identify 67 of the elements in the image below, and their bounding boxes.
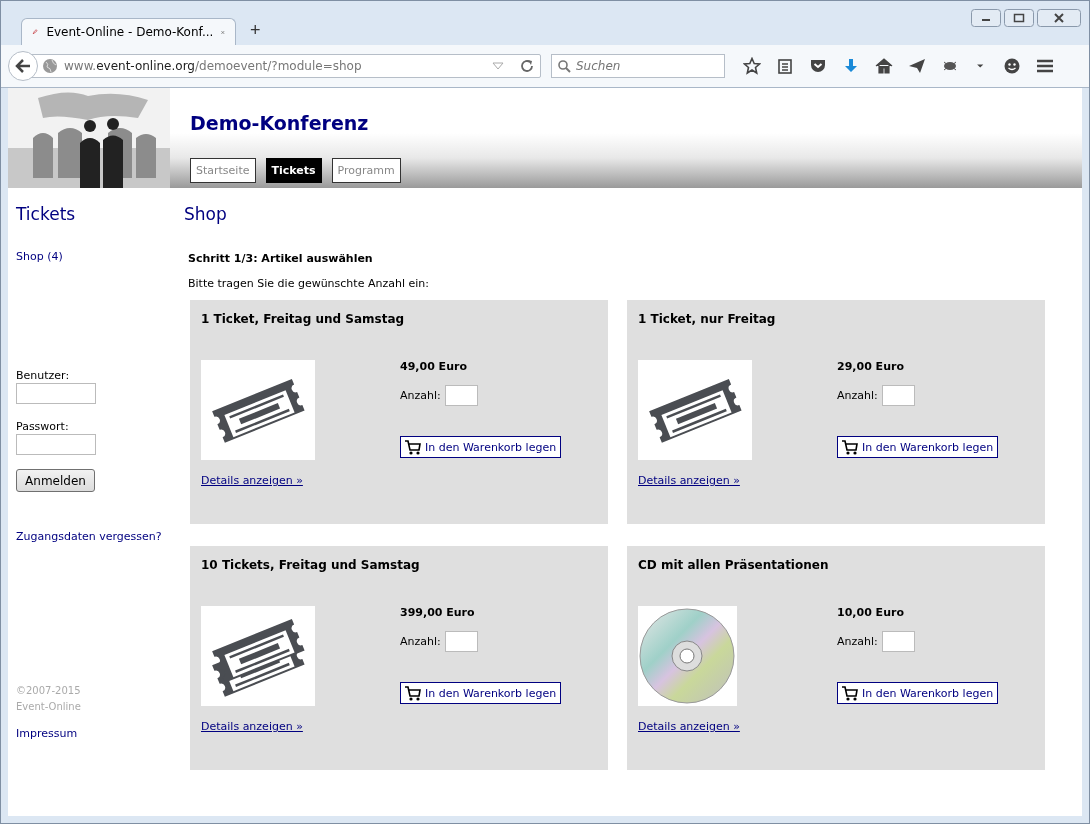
quantity-field[interactable] [881,631,915,652]
minimize-icon[interactable] [971,9,1001,27]
field-label: Benutzer: [16,369,71,382]
nav-tab[interactable]: Startseite [190,158,256,183]
quantity-label: Anzahl: [837,389,878,402]
product-price: 10,00 Euro [837,606,905,619]
menu-icon[interactable] [1036,57,1054,75]
maximize-icon[interactable] [1004,9,1034,27]
cart-icon [842,685,858,701]
quantity-label: Anzahl: [400,635,441,648]
quantity-field[interactable] [444,385,478,406]
ticket-icon [201,360,315,460]
list-icon[interactable] [776,57,794,75]
copyright-text: Event-Online [16,700,82,714]
chat-icon[interactable] [1003,57,1021,75]
ticket-icon [638,360,752,460]
copyright-text: ©2007-2015 [16,684,82,698]
site-title: Demo-Konferenz [190,112,370,136]
nav-tab[interactable]: Tickets [265,158,322,183]
add-to-cart-button[interactable]: In den Warenkorb legen [837,682,999,704]
add-to-cart-button[interactable]: In den Warenkorb legen [400,436,562,458]
add-to-cart-button[interactable]: In den Warenkorb legen [837,436,999,458]
back-arrow-icon [15,59,31,73]
page-heading: Shop [184,204,228,224]
details-link[interactable]: Details anzeigen » [201,474,303,487]
details-link[interactable]: Details anzeigen » [638,720,740,733]
quantity-field[interactable] [881,385,915,406]
details-link[interactable]: Details anzeigen » [638,474,740,487]
sidebar-link[interactable]: Shop (4) [16,250,182,263]
add-to-cart-button[interactable]: In den Warenkorb legen [400,682,562,704]
impressum-link[interactable]: Impressum [16,727,182,740]
cd-icon [638,606,737,706]
product-price: 29,00 Euro [837,360,905,373]
search-field[interactable]: Suchen [551,54,725,78]
cart-icon [405,439,421,455]
details-link[interactable]: Details anzeigen » [201,720,303,733]
product-title: 1 Ticket, Freitag und Samstag [201,312,406,326]
home-icon[interactable] [875,57,893,75]
new-tab-button[interactable]: + [246,20,265,41]
sidebar-heading: Tickets [16,204,77,224]
product-title: CD mit allen Präsentationen [638,558,830,572]
instruction-text: Bitte tragen Sie die gewünschte Anzahl ein: [188,277,430,290]
pocket-icon[interactable] [809,57,827,75]
reload-icon[interactable] [520,59,534,73]
step-title: Schritt 1/3: Artikel auswählen [188,252,374,265]
paper-plane-icon[interactable] [908,57,926,75]
username-field[interactable] [16,383,96,404]
nav-tab[interactable]: Programm [331,158,401,183]
tickets-icon [201,606,315,706]
login-button[interactable]: Anmelden [16,469,95,492]
browser-tab[interactable]: Event-Online - Demo-Konf... [21,18,236,45]
quantity-label: Anzahl: [400,389,441,402]
cart-icon [842,439,858,455]
quantity-label: Anzahl: [837,635,878,648]
product-title: 10 Tickets, Freitag und Samstag [201,558,421,572]
close-window-icon[interactable] [1037,9,1081,27]
password-field[interactable] [16,434,96,455]
globe-icon [42,58,58,74]
product-price: 49,00 Euro [400,360,468,373]
quantity-field[interactable] [444,631,478,652]
star-icon[interactable] [743,57,761,75]
product-title: 1 Ticket, nur Freitag [638,312,777,326]
product-price: 399,00 Euro [400,606,476,619]
cart-icon [405,685,421,701]
back-button[interactable] [8,51,38,81]
field-label: Passwort: [16,420,70,433]
forgot-link[interactable]: Zugangsdaten vergessen? [16,530,182,543]
